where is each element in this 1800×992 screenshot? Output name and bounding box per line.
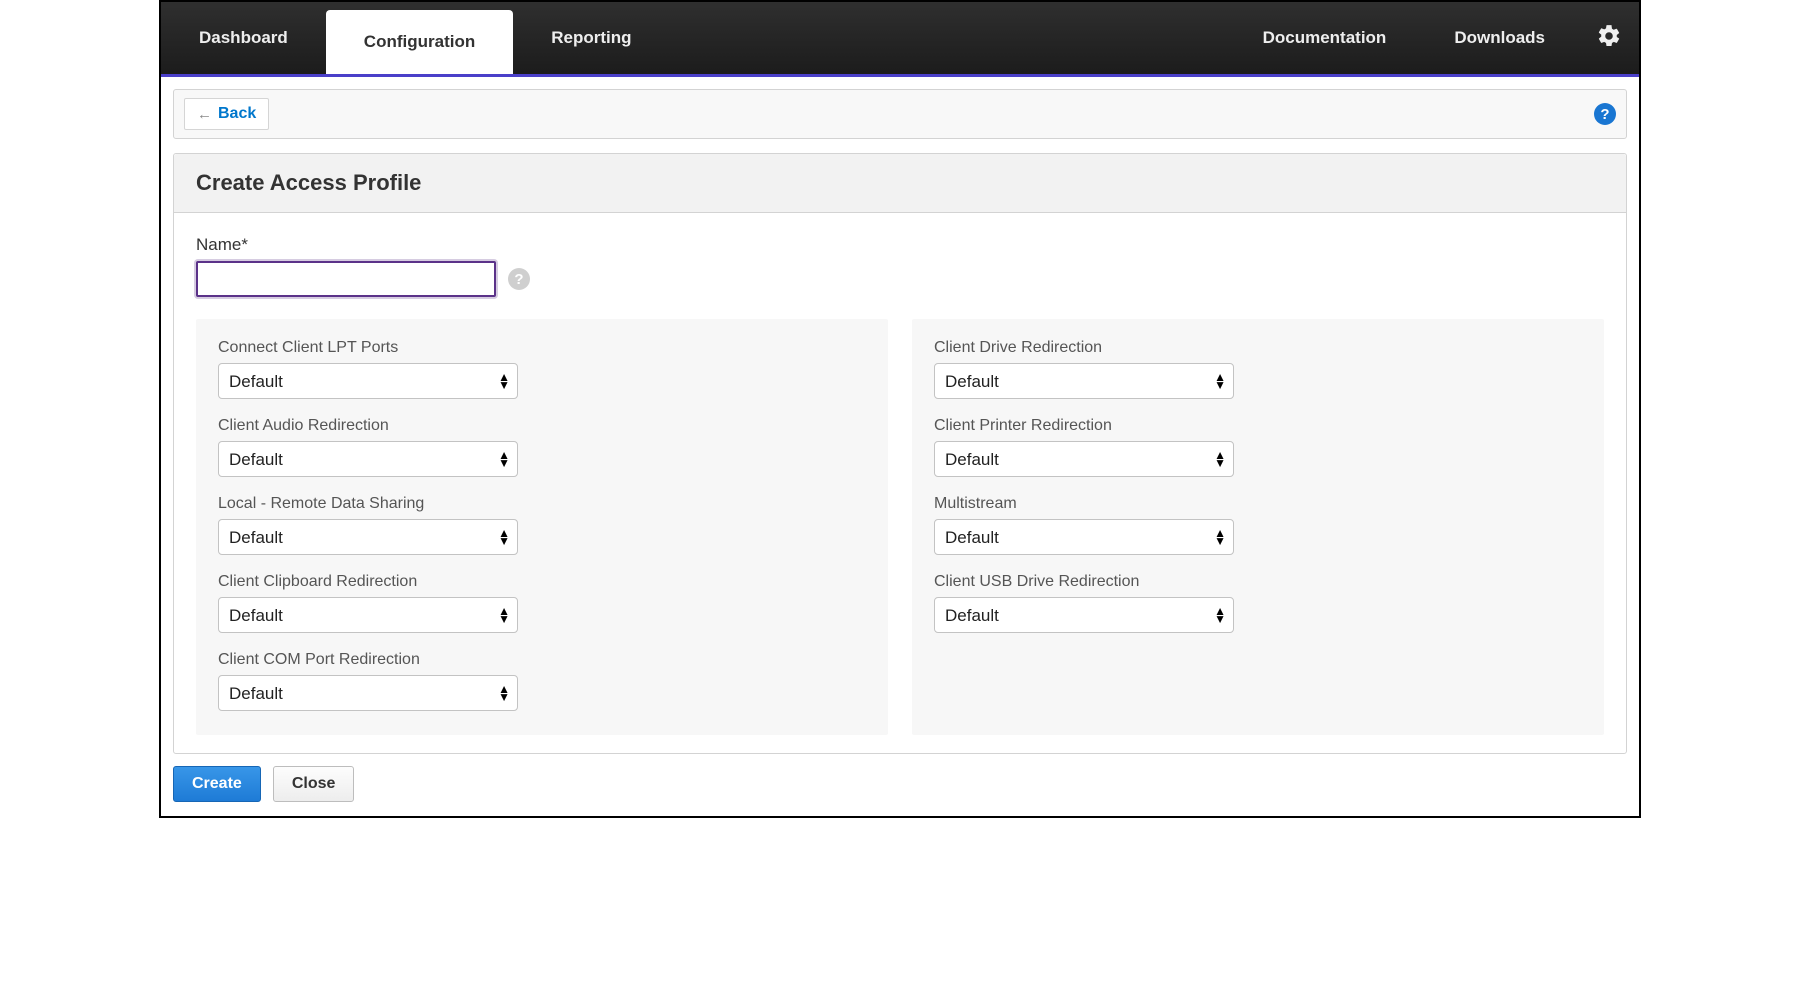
panel-body: Name* ? Connect Client LPT Ports Default▲…	[174, 213, 1626, 753]
field-label: Multistream	[934, 495, 1582, 513]
gear-icon	[1596, 23, 1622, 53]
tab-dashboard[interactable]: Dashboard	[161, 2, 326, 74]
select-input[interactable]: Default	[934, 519, 1234, 555]
field-right-2: Multistream Default▲▼	[934, 495, 1582, 555]
field-select: Default▲▼	[218, 675, 518, 711]
back-button-label: Back	[218, 105, 256, 123]
field-label: Client Printer Redirection	[934, 417, 1582, 435]
settings-column-left: Connect Client LPT PortsDefault▲▼Client …	[196, 319, 888, 735]
create-access-profile-panel: Create Access Profile Name* ? Connect Cl…	[173, 153, 1627, 754]
field-left-1: Client Audio Redirection Default▲▼	[218, 417, 866, 477]
panel-footer: Create Close	[173, 766, 1627, 802]
field-select: Default▲▼	[218, 597, 518, 633]
field-select: Default▲▼	[934, 441, 1234, 477]
name-label: Name*	[196, 235, 1604, 255]
field-label: Local - Remote Data Sharing	[218, 495, 866, 513]
field-right-0: Client Drive Redirection Default▲▼	[934, 339, 1582, 399]
back-button[interactable]: ← Back	[184, 98, 269, 130]
create-button[interactable]: Create	[173, 766, 261, 802]
field-label: Connect Client LPT Ports	[218, 339, 866, 357]
field-right-3: Client USB Drive Redirection Default▲▼	[934, 573, 1582, 633]
help-button[interactable]: ?	[1594, 103, 1616, 125]
tab-reporting[interactable]: Reporting	[513, 2, 669, 74]
link-downloads[interactable]: Downloads	[1420, 2, 1579, 74]
select-input[interactable]: Default	[934, 441, 1234, 477]
topbar-spacer	[670, 2, 1229, 74]
field-label: Client Drive Redirection	[934, 339, 1582, 357]
field-left-2: Local - Remote Data Sharing Default▲▼	[218, 495, 866, 555]
field-select: Default▲▼	[218, 363, 518, 399]
field-select: Default▲▼	[934, 363, 1234, 399]
page-toolbar: ← Back ?	[173, 89, 1627, 139]
select-input[interactable]: Default	[934, 597, 1234, 633]
arrow-left-icon: ←	[197, 106, 212, 123]
name-input[interactable]	[196, 261, 496, 297]
select-input[interactable]: Default	[934, 363, 1234, 399]
settings-button[interactable]	[1579, 2, 1639, 74]
field-right-1: Client Printer Redirection Default▲▼	[934, 417, 1582, 477]
field-left-3: Client Clipboard Redirection Default▲▼	[218, 573, 866, 633]
name-hint-button[interactable]: ?	[508, 268, 530, 290]
field-label: Client USB Drive Redirection	[934, 573, 1582, 591]
panel-title: Create Access Profile	[174, 154, 1626, 213]
field-left-4: Client COM Port Redirection Default▲▼	[218, 651, 866, 711]
link-documentation[interactable]: Documentation	[1229, 2, 1421, 74]
field-select: Default▲▼	[934, 519, 1234, 555]
settings-columns: Connect Client LPT PortsDefault▲▼Client …	[196, 319, 1604, 735]
field-left-0: Connect Client LPT Ports Default▲▼	[218, 339, 866, 399]
field-select: Default▲▼	[934, 597, 1234, 633]
field-select: Default▲▼	[218, 441, 518, 477]
select-input[interactable]: Default	[218, 519, 518, 555]
field-label: Client Clipboard Redirection	[218, 573, 866, 591]
select-input[interactable]: Default	[218, 597, 518, 633]
field-label: Client Audio Redirection	[218, 417, 866, 435]
settings-column-right: Client Drive RedirectionDefault▲▼Client …	[912, 319, 1604, 735]
select-input[interactable]: Default	[218, 675, 518, 711]
select-input[interactable]: Default	[218, 441, 518, 477]
select-input[interactable]: Default	[218, 363, 518, 399]
close-button[interactable]: Close	[273, 766, 355, 802]
field-label: Client COM Port Redirection	[218, 651, 866, 669]
field-select: Default▲▼	[218, 519, 518, 555]
top-nav: Dashboard Configuration Reporting Docume…	[161, 2, 1639, 77]
tab-configuration[interactable]: Configuration	[326, 10, 513, 74]
